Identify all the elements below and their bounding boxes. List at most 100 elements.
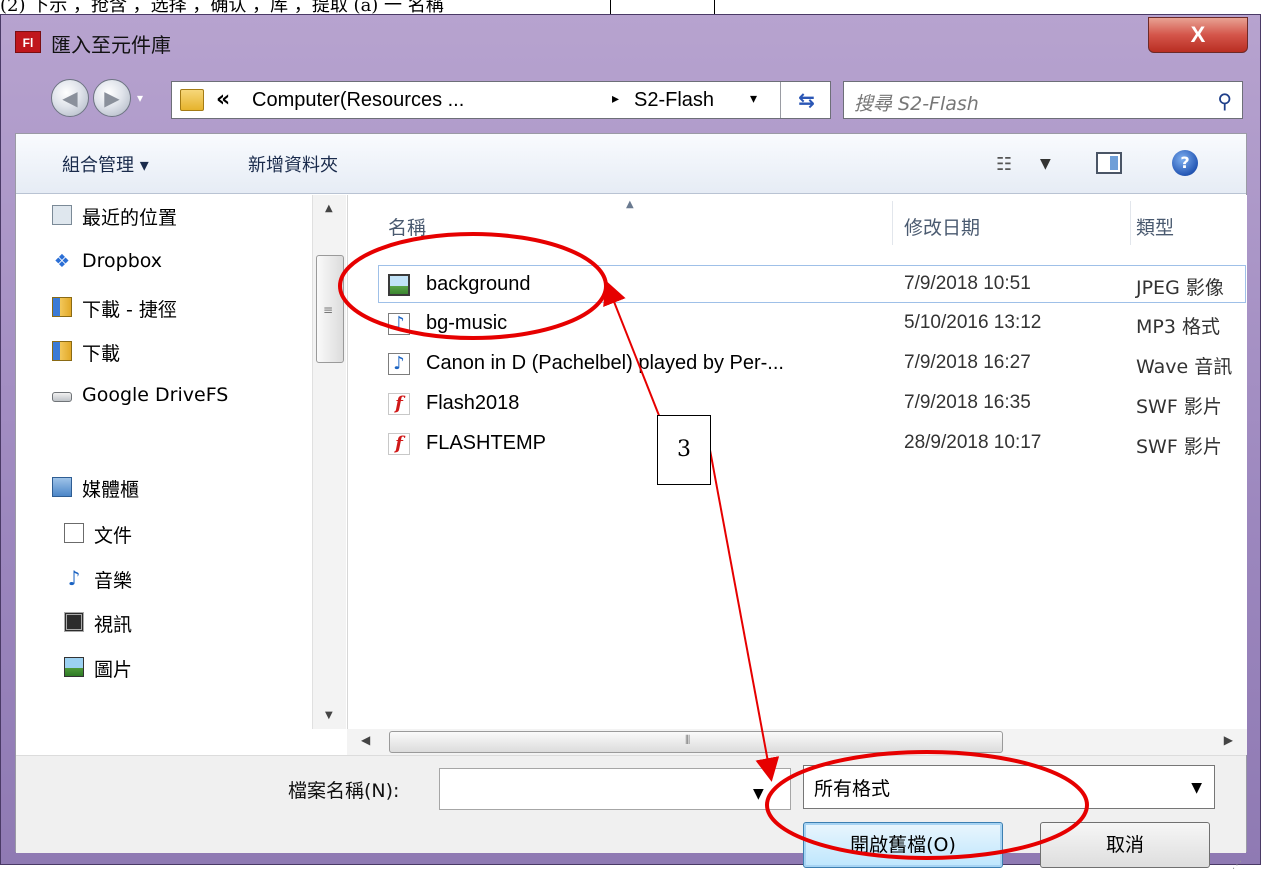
column-header-date[interactable]: 修改日期: [904, 213, 980, 240]
library-icon: [52, 477, 72, 497]
drive-icon: [52, 392, 72, 402]
image-file-icon: [388, 274, 410, 296]
view-options-icon[interactable]: ☷: [996, 154, 1012, 175]
file-name: bg-music: [426, 312, 508, 334]
file-row[interactable]: f FLASHTEMP 28/9/2018 10:17 SWF 影片: [348, 425, 1248, 463]
nav-item-pictures[interactable]: 圖片: [64, 655, 133, 682]
address-dropdown-icon[interactable]: ▾: [750, 91, 757, 107]
sort-ascending-icon: ▲: [626, 199, 634, 210]
swf-file-icon: f: [388, 393, 410, 415]
breadcrumb-segment-computer[interactable]: Computer(Resources ...: [252, 89, 464, 112]
column-divider[interactable]: [892, 201, 893, 245]
view-dropdown-icon[interactable]: ▼: [1040, 156, 1051, 172]
forward-arrow-icon: ▶: [104, 86, 120, 110]
import-dialog-window: Fl 匯入至元件庫 X ◀ ▶ ▾ « Computer(Resources .…: [0, 14, 1261, 871]
title-bar: Fl 匯入至元件庫 X: [1, 15, 1260, 65]
scrollbar-grip-icon: ⦀: [685, 733, 691, 747]
file-name: Canon in D (Pachelbel) played by Per-...: [426, 352, 784, 374]
help-icon[interactable]: ?: [1172, 150, 1198, 176]
nav-item-videos[interactable]: 視訊: [64, 610, 133, 637]
nav-item-downloads[interactable]: 下載: [52, 339, 120, 366]
pictures-icon: [64, 657, 84, 677]
filetype-dropdown-icon: ▼: [1191, 780, 1202, 796]
filetype-value: 所有格式: [814, 778, 891, 800]
column-divider[interactable]: [1130, 201, 1131, 245]
file-type: SWF 影片: [1136, 436, 1222, 458]
scrollbar-grip-icon: ≡: [323, 303, 334, 317]
dialog-client-area: 組合管理 ▾ 新增資料夾 ☷ ▼ ? 最近的位置 ❖ Dropbox 下載 - …: [15, 133, 1248, 871]
address-bar[interactable]: « Computer(Resources ... ▸ S2-Flash ▾ ⇆: [171, 81, 831, 119]
recent-places-icon: [52, 205, 72, 225]
breadcrumb-overflow-chevron[interactable]: «: [216, 87, 230, 112]
nav-item-label: 媒體櫃: [82, 479, 140, 501]
file-date: 7/9/2018 10:51: [904, 273, 1031, 294]
recent-locations-dropdown-icon[interactable]: ▾: [137, 91, 143, 105]
open-button[interactable]: 開啟舊檔(O): [803, 822, 1003, 868]
filetype-select[interactable]: 所有格式 ▼: [803, 765, 1215, 809]
file-date: 7/9/2018 16:35: [904, 392, 1031, 413]
nav-item-dropbox[interactable]: ❖ Dropbox: [54, 250, 162, 272]
file-date: 5/10/2016 13:12: [904, 312, 1042, 333]
scroll-right-arrow-icon[interactable]: ▶: [1224, 733, 1233, 747]
file-row[interactable]: ♪ bg-music 5/10/2016 13:12 MP3 格式: [348, 305, 1248, 343]
file-row[interactable]: background 7/9/2018 10:51 JPEG 影像: [378, 265, 1246, 303]
downloads-folder-icon: [52, 341, 72, 361]
filename-dropdown-icon[interactable]: ▼: [753, 786, 764, 802]
strip-divider: [714, 0, 715, 14]
nav-item-recent-places[interactable]: 最近的位置: [52, 203, 178, 230]
refresh-icon: ⇆: [798, 88, 815, 112]
nav-item-music[interactable]: ♪ 音樂: [68, 566, 132, 593]
navigation-scrollbar[interactable]: ▲ ≡ ▼: [312, 195, 346, 729]
breadcrumb-segment-folder[interactable]: S2-Flash: [634, 89, 714, 112]
resize-grip-icon[interactable]: ⋰: [1232, 860, 1242, 871]
file-type: JPEG 影像: [1136, 277, 1224, 299]
folder-icon: [180, 89, 204, 111]
scrollbar-thumb[interactable]: [389, 731, 1003, 753]
organize-button[interactable]: 組合管理 ▾: [62, 151, 149, 177]
nav-item-label: 圖片: [94, 659, 133, 681]
dropbox-icon: ❖: [53, 251, 71, 272]
scroll-down-arrow-icon[interactable]: ▼: [325, 710, 333, 721]
navigation-pane: 最近的位置 ❖ Dropbox 下載 - 捷徑 下載 Google DriveF…: [16, 195, 346, 729]
nav-item-libraries[interactable]: 媒體櫃: [52, 475, 140, 502]
folder-shortcut-icon: [52, 297, 72, 317]
audio-file-icon: ♪: [388, 313, 410, 335]
file-type: MP3 格式: [1136, 316, 1220, 338]
window-title: 匯入至元件庫: [51, 33, 171, 57]
nav-item-label: 下載 - 捷徑: [82, 299, 177, 321]
refresh-button[interactable]: ⇆: [780, 82, 832, 118]
file-row[interactable]: ♪ Canon in D (Pachelbel) played by Per-.…: [348, 345, 1248, 383]
preview-pane-icon[interactable]: [1096, 152, 1122, 174]
file-name: Flash2018: [426, 392, 520, 414]
column-header-name[interactable]: 名稱: [388, 213, 426, 240]
breadcrumb-separator-icon[interactable]: ▸: [612, 91, 619, 107]
navigation-row: ◀ ▶ ▾ « Computer(Resources ... ▸ S2-Flas…: [1, 65, 1260, 125]
nav-item-documents[interactable]: 文件: [64, 521, 133, 548]
nav-item-google-drive[interactable]: Google DriveFS: [52, 384, 229, 406]
nav-item-label: 最近的位置: [82, 207, 178, 229]
filename-input[interactable]: [439, 768, 791, 810]
music-icon: ♪: [67, 566, 81, 590]
documents-icon: [64, 523, 84, 543]
nav-item-label: Google DriveFS: [82, 384, 229, 406]
scroll-up-arrow-icon[interactable]: ▲: [325, 203, 333, 214]
search-icon[interactable]: ⚲: [1217, 89, 1232, 113]
file-type: Wave 音訊: [1136, 356, 1233, 378]
file-row[interactable]: f Flash2018 7/9/2018 16:35 SWF 影片: [348, 385, 1248, 423]
forward-button[interactable]: ▶: [93, 79, 131, 117]
close-button[interactable]: X: [1148, 17, 1248, 53]
nav-item-label: 視訊: [94, 614, 133, 636]
nav-item-label: 文件: [94, 525, 133, 547]
search-box[interactable]: 搜尋 S2-Flash ⚲: [843, 81, 1243, 119]
horizontal-scrollbar[interactable]: ◀ ⦀ ▶: [347, 729, 1247, 755]
cancel-button[interactable]: 取消: [1040, 822, 1210, 868]
dialog-footer: 檔案名稱(N): ▼ 所有格式 ▼ 開啟舊檔(O) 取消 ⋰: [16, 755, 1246, 871]
video-icon: [64, 612, 84, 632]
scroll-left-arrow-icon[interactable]: ◀: [361, 733, 370, 747]
filename-label: 檔案名稱(N):: [288, 780, 400, 802]
nav-item-downloads-shortcut[interactable]: 下載 - 捷徑: [52, 295, 177, 322]
new-folder-button[interactable]: 新增資料夾: [248, 151, 338, 177]
back-button[interactable]: ◀: [51, 79, 89, 117]
search-placeholder: 搜尋 S2-Flash: [854, 93, 979, 115]
column-header-type[interactable]: 類型: [1136, 213, 1174, 240]
